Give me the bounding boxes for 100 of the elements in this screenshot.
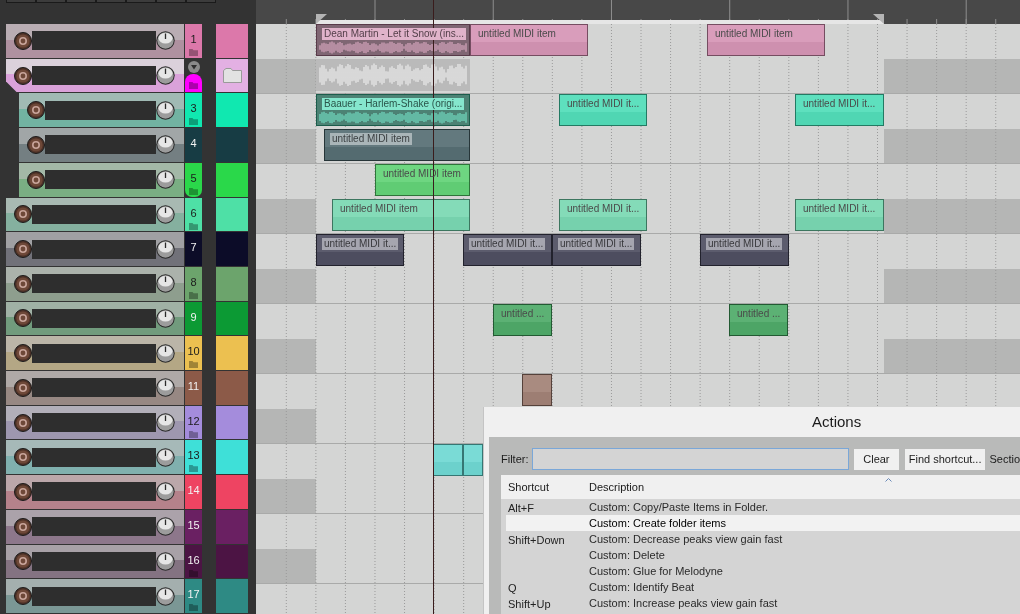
midi-item[interactable]: untitled MIDI item — [324, 129, 470, 161]
record-arm-button[interactable] — [14, 31, 32, 50]
record-arm-button[interactable] — [14, 587, 32, 606]
folder-color-tab[interactable] — [185, 74, 202, 93]
record-arm-button[interactable] — [14, 483, 32, 501]
list-row[interactable]: Alt+F Custom: Copy/Paste Items in Folder. — [506, 499, 1020, 515]
midi-item[interactable]: untitled MIDI it... — [559, 94, 647, 126]
volume-knob[interactable] — [156, 447, 175, 467]
track-number-cell[interactable]: 17 — [185, 579, 202, 613]
midi-item[interactable]: untitled MIDI it... — [463, 234, 552, 266]
volume-knob[interactable] — [156, 378, 175, 398]
volume-knob[interactable] — [156, 551, 175, 571]
volume-knob[interactable] — [156, 204, 175, 224]
midi-item[interactable]: untitled MIDI it... — [316, 234, 404, 266]
audio-item[interactable]: Baauer - Harlem-Shake (origi... — [316, 94, 470, 126]
track-number: 13 — [187, 449, 200, 463]
record-arm-button[interactable] — [14, 552, 32, 571]
volume-knob[interactable] — [156, 517, 175, 537]
record-arm-button[interactable] — [14, 517, 32, 536]
track-number-cell[interactable]: 15 — [185, 509, 202, 544]
record-arm-button[interactable] — [14, 309, 32, 328]
volume-knob[interactable] — [156, 170, 175, 190]
item-name: untitled MIDI item — [477, 28, 557, 40]
volume-knob[interactable] — [156, 308, 175, 328]
track-number-cell[interactable]: 3 — [185, 93, 202, 128]
item-name: untitled ... — [500, 308, 546, 320]
midi-item[interactable] — [433, 444, 463, 476]
record-arm-button[interactable] — [27, 101, 45, 120]
audio-item[interactable]: Dean Martin - Let it Snow (ins... — [316, 24, 470, 56]
record-arm-button[interactable] — [14, 378, 32, 397]
record-arm-button[interactable] — [27, 135, 45, 154]
track-number-cell[interactable]: 7 — [185, 232, 202, 266]
record-arm-button[interactable] — [14, 205, 32, 224]
track-number-cell[interactable]: 14 — [185, 475, 202, 509]
record-arm-button[interactable] — [14, 240, 32, 259]
track-number-cell[interactable]: 8 — [185, 266, 202, 301]
track-number-cell[interactable]: 16 — [185, 544, 202, 579]
track-number: 17 — [187, 588, 200, 602]
volume-knob[interactable] — [156, 31, 175, 51]
record-arm-button[interactable] — [14, 448, 32, 467]
list-row[interactable]: Q Custom: Identify Beat — [506, 579, 1020, 595]
loop-marker-icon[interactable] — [873, 14, 884, 24]
description-text: Custom: Delete — [589, 548, 665, 562]
record-arm-button[interactable] — [14, 344, 32, 363]
midi-item[interactable]: untitled ... — [729, 304, 788, 336]
description-text: Custom: Increase peaks view gain fast — [589, 596, 778, 610]
track-number-cell[interactable]: 4 — [185, 128, 202, 162]
volume-knob[interactable] — [156, 343, 175, 363]
midi-item[interactable]: untitled MIDI item — [470, 24, 588, 56]
list-row[interactable]: Custom: Delete — [506, 547, 1020, 563]
item-name: untitled MIDI item — [714, 28, 794, 40]
shortcut-text: Shift+Down — [508, 534, 565, 546]
record-arm-button[interactable] — [14, 66, 32, 85]
track-number: 6 — [190, 206, 197, 220]
volume-knob[interactable] — [156, 482, 175, 502]
midi-item[interactable]: untitled MIDI it... — [700, 234, 789, 266]
midi-item[interactable]: untitled MIDI it... — [552, 234, 641, 266]
track-number: 7 — [190, 241, 197, 255]
list-row[interactable]: Shift+Down Custom: Decrease peaks view gain fast — [506, 531, 1020, 547]
playhead-line[interactable] — [433, 0, 434, 614]
track-number-cell[interactable]: 6 — [185, 197, 202, 232]
column-header[interactable]: Description — [589, 478, 645, 496]
volume-knob[interactable] — [156, 239, 175, 259]
track-number-cell[interactable]: 5 — [185, 162, 202, 197]
volume-knob[interactable] — [156, 586, 175, 606]
volume-knob[interactable] — [156, 274, 175, 294]
item-name: untitled ... — [736, 308, 782, 320]
volume-knob[interactable] — [156, 66, 175, 86]
list-row[interactable]: Custom: Create folder items — [506, 515, 1020, 531]
record-arm-button[interactable] — [27, 170, 45, 189]
section-label: Sectio — [989, 451, 1020, 467]
midi-item[interactable]: untitled MIDI item — [332, 199, 470, 231]
filter-field[interactable] — [531, 448, 849, 470]
midi-item[interactable]: untitled MIDI it... — [559, 199, 647, 231]
track-number: 10 — [187, 345, 200, 359]
folder-toggle-button[interactable] — [187, 60, 200, 73]
item-name: untitled MIDI it... — [566, 203, 641, 215]
track-number-cell[interactable]: 12 — [185, 405, 202, 440]
list-row[interactable]: Shift+Up Custom: Increase peaks view gain fast — [506, 595, 1020, 611]
midi-item[interactable]: untitled MIDI item — [707, 24, 825, 56]
list-row[interactable]: Custom: Glue for Melodyne — [506, 563, 1020, 579]
track-number-cell[interactable]: 10 — [185, 336, 202, 371]
volume-knob[interactable] — [156, 100, 175, 120]
record-arm-button[interactable] — [14, 413, 32, 432]
timeline-ruler[interactable] — [256, 0, 1020, 24]
midi-item[interactable]: untitled ... — [493, 304, 552, 336]
track-number-cell[interactable]: 13 — [185, 440, 202, 475]
track-number-cell[interactable]: 9 — [185, 301, 202, 336]
find-shortcut-button[interactable]: Find shortcut... — [904, 448, 986, 470]
track-number: 14 — [187, 484, 200, 498]
column-header[interactable]: Shortcut — [508, 478, 589, 496]
record-arm-button[interactable] — [14, 274, 32, 293]
midi-item[interactable]: untitled MIDI it... — [795, 94, 884, 126]
track-number-cell[interactable]: 1 — [185, 24, 202, 58]
midi-item[interactable]: untitled MIDI it... — [795, 199, 884, 231]
filter-label: Filter: — [501, 451, 529, 467]
volume-knob[interactable] — [156, 413, 175, 433]
volume-knob[interactable] — [156, 135, 175, 155]
clear-button[interactable]: Clear — [854, 448, 899, 470]
track-number-cell[interactable]: 11 — [185, 371, 202, 405]
